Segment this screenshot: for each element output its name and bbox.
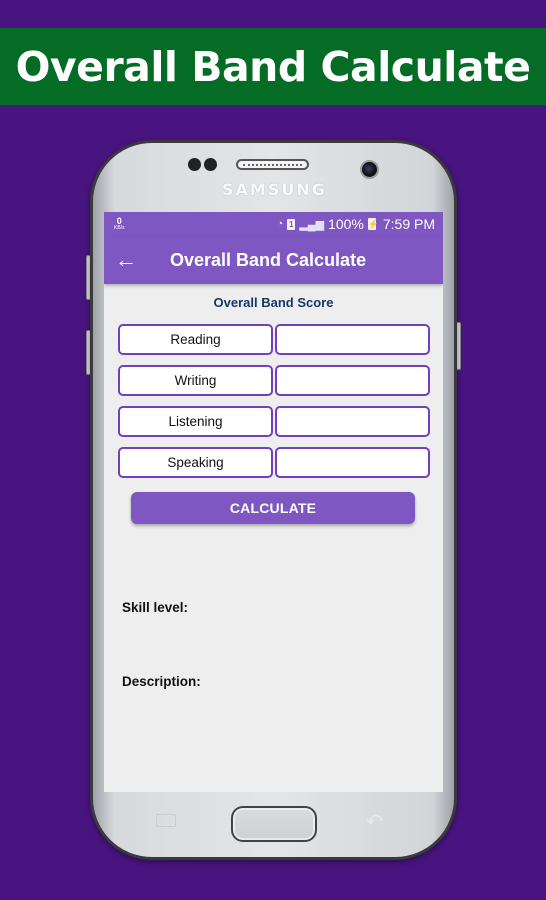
score-row-reading: Reading (118, 324, 443, 355)
score-row-writing: Writing (118, 365, 443, 396)
front-camera-icon (360, 160, 379, 179)
promo-banner: Overall Band Calculate (0, 28, 546, 105)
arrow-left-icon[interactable]: ← (104, 249, 148, 271)
score-row-listening: Listening (118, 406, 443, 437)
hardware-nav-keys: ↶ (104, 792, 443, 842)
reading-score-input[interactable] (275, 324, 430, 355)
device-brand: SAMSUNG (222, 180, 327, 199)
skill-label: Writing (118, 365, 273, 396)
skill-level-label: Skill level: (122, 600, 189, 615)
calculate-button[interactable]: CALCULATE (131, 492, 415, 524)
status-bar: 0 KB/s ◔ 1 ▂▄▆ 100% ⚡ 7:59 PM (104, 212, 443, 236)
sim-icon: 1 (287, 218, 296, 230)
app-screen: 0 KB/s ◔ 1 ▂▄▆ 100% ⚡ 7:59 PM ← Overall … (104, 212, 443, 792)
back-key-icon[interactable]: ↶ (366, 809, 383, 834)
writing-score-input[interactable] (275, 365, 430, 396)
banner-title: Overall Band Calculate (15, 42, 531, 91)
proximity-sensor (188, 158, 201, 171)
wifi-icon: ◔ (276, 218, 284, 230)
app-toolbar: ← Overall Band Calculate (104, 236, 443, 284)
signal-icon: ▂▄▆ (299, 218, 325, 231)
home-button[interactable] (231, 806, 317, 842)
clock: 7:59 PM (382, 216, 435, 232)
battery-charging-icon: ⚡ (367, 218, 380, 230)
skill-label: Reading (118, 324, 273, 355)
skill-label: Listening (118, 406, 273, 437)
score-row-speaking: Speaking (118, 447, 443, 478)
earpiece-speaker (236, 159, 309, 170)
skill-label: Speaking (118, 447, 273, 478)
network-speed: 0 KB/s (114, 217, 125, 231)
recent-apps-icon[interactable] (156, 814, 176, 827)
network-speed-unit: KB/s (114, 225, 125, 231)
description-label: Description: (122, 674, 201, 689)
section-title: Overall Band Score (213, 295, 334, 310)
listening-score-input[interactable] (275, 406, 430, 437)
speaking-score-input[interactable] (275, 447, 430, 478)
battery-percent: 100% (328, 216, 364, 232)
light-sensor (204, 158, 217, 171)
status-icons: ◔ 1 ▂▄▆ 100% ⚡ 7:59 PM (277, 216, 435, 232)
score-form: Reading Writing Listening Speaking (104, 324, 443, 478)
toolbar-title: Overall Band Calculate (170, 249, 367, 270)
